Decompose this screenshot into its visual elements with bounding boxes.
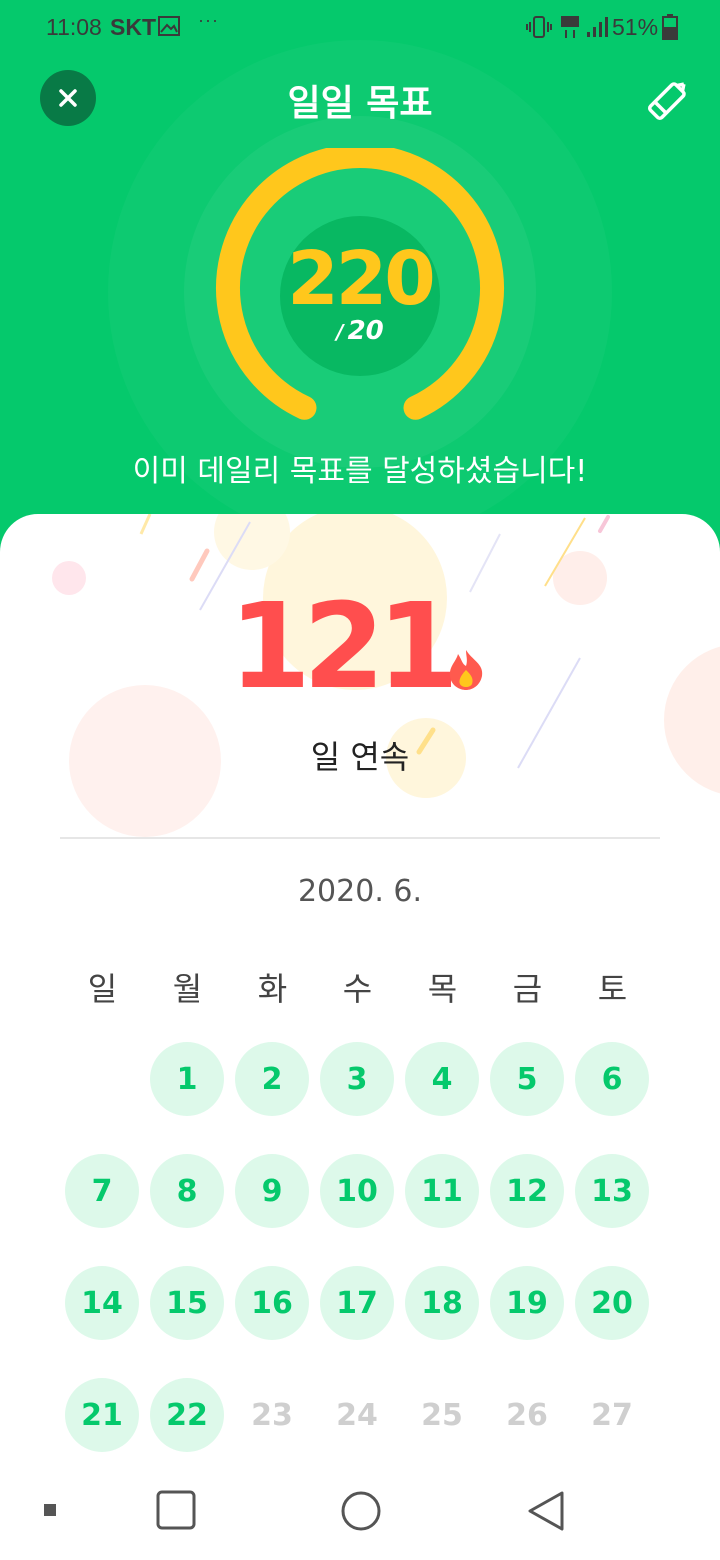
calendar-day-13[interactable]: 13 (575, 1154, 649, 1228)
calendar-day-26[interactable]: 26 (490, 1378, 564, 1452)
calendar-day-1[interactable]: 1 (150, 1042, 224, 1116)
calendar-day-9[interactable]: 9 (235, 1154, 309, 1228)
status-carrier: SKT (110, 14, 156, 40)
close-button[interactable] (40, 70, 96, 126)
calendar-day-20[interactable]: 20 (575, 1266, 649, 1340)
calendar-day-12[interactable]: 12 (490, 1154, 564, 1228)
goal-current-value: 220 (287, 236, 435, 322)
status-bar: 11:08 SKT ··· 51% (0, 0, 720, 56)
streak-label: 일 연속 (310, 738, 410, 776)
calendar-day-16[interactable]: 16 (235, 1266, 309, 1340)
calendar-day-23[interactable]: 23 (235, 1378, 309, 1452)
battery-percent: 51% (612, 14, 659, 40)
lte-icon (561, 16, 579, 38)
goal-achieved-message: 이미 데일리 목표를 달성하셨습니다! (132, 454, 588, 489)
pencil-icon[interactable] (644, 74, 694, 124)
goal-header-panel: 11:08 SKT ··· 51% 일일 목표 220 / 20 이미 데일리 … (0, 0, 720, 560)
streak-count: 121 (228, 577, 459, 715)
weekday-sat: 토 (597, 970, 628, 1008)
weekday-header: 일 월 화 수 목 금 토 (60, 964, 660, 1010)
divider (60, 837, 660, 839)
calendar-day-5[interactable]: 5 (490, 1042, 564, 1116)
calendar-day-21[interactable]: 21 (65, 1378, 139, 1452)
weekday-sun: 일 (87, 970, 118, 1008)
calendar-day-15[interactable]: 15 (150, 1266, 224, 1340)
calendar-day-19[interactable]: 19 (490, 1266, 564, 1340)
goal-slash: / (336, 320, 344, 344)
calendar-month-label: 2020. 6. (297, 874, 423, 909)
close-icon (59, 89, 77, 107)
system-nav-bar (0, 1458, 720, 1560)
weekday-fri: 금 (512, 970, 543, 1008)
status-more-icon: ··· (198, 10, 219, 30)
calendar-day-25[interactable]: 25 (405, 1378, 479, 1452)
weekday-wed: 수 (342, 970, 373, 1008)
status-time: 11:08 (46, 14, 102, 40)
calendar-day-27[interactable]: 27 (575, 1378, 649, 1452)
weekday-tue: 화 (257, 970, 288, 1008)
calendar-day-7[interactable]: 7 (65, 1154, 139, 1228)
goal-target-value: 20 (347, 316, 384, 346)
page-title: 일일 목표 (287, 83, 433, 124)
weekday-thu: 목 (427, 970, 458, 1008)
calendar-day-14[interactable]: 14 (65, 1266, 139, 1340)
calendar-day-10[interactable]: 10 (320, 1154, 394, 1228)
calendar-day-24[interactable]: 24 (320, 1378, 394, 1452)
flame-icon (449, 650, 483, 690)
nav-dot-icon[interactable] (44, 1504, 56, 1516)
back-icon[interactable] (526, 1490, 566, 1532)
vibrate-icon (526, 16, 552, 38)
calendar-day-18[interactable]: 18 (405, 1266, 479, 1340)
recent-apps-icon[interactable] (156, 1490, 196, 1530)
calendar-day-22[interactable]: 22 (150, 1378, 224, 1452)
calendar-day-11[interactable]: 11 (405, 1154, 479, 1228)
home-icon[interactable] (340, 1490, 382, 1532)
weekday-mon: 월 (172, 970, 203, 1008)
streak-card: 121 일 연속 2020. 6. 일 월 화 수 목 금 토 12345678… (0, 514, 720, 1560)
calendar-blank-cell (65, 1042, 139, 1116)
signal-icon (587, 17, 608, 37)
calendar-day-2[interactable]: 2 (235, 1042, 309, 1116)
gallery-icon (158, 16, 180, 36)
calendar-day-8[interactable]: 8 (150, 1154, 224, 1228)
calendar-day-6[interactable]: 6 (575, 1042, 649, 1116)
goal-target: /20 (240, 316, 480, 346)
calendar-day-4[interactable]: 4 (405, 1042, 479, 1116)
calendar-grid: 1 2 3 4 5 6 7 8 9 10 11 12 13 14 15 16 17 18 19 20 21 22 23 24 2… (60, 1042, 655, 1490)
calendar-day-17[interactable]: 17 (320, 1266, 394, 1340)
calendar-day-3[interactable]: 3 (320, 1042, 394, 1116)
battery-icon (662, 14, 678, 40)
